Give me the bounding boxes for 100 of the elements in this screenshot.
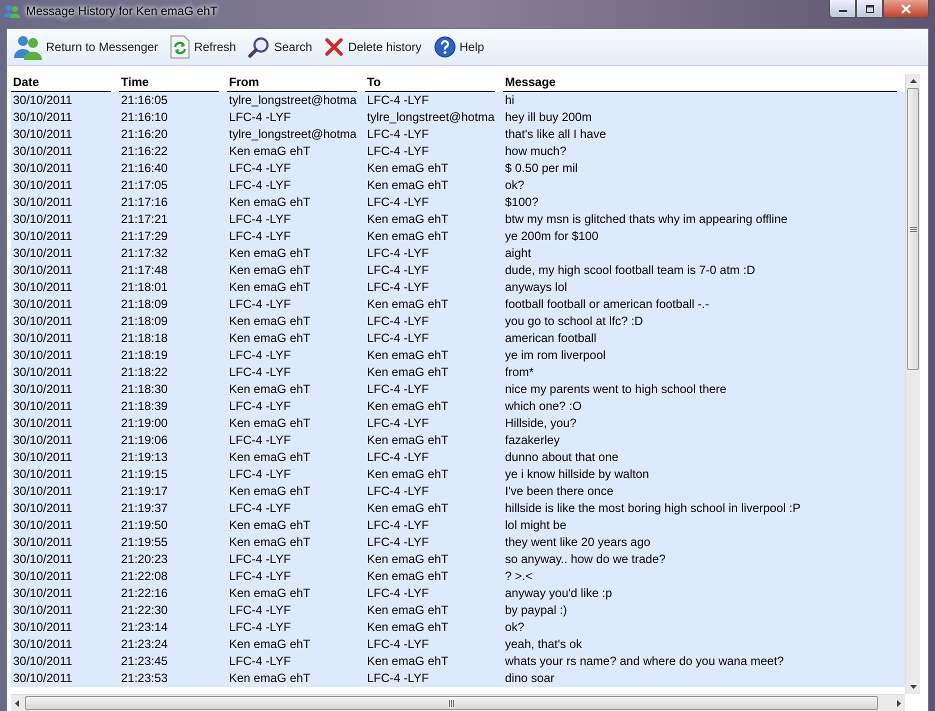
table-row[interactable]: 30/10/2011 21:18:22 LFC-4 -LYF Ken emaG ehT from* <box>11 364 905 381</box>
table-row[interactable]: 30/10/2011 21:17:29 LFC-4 -LYF Ken emaG ehT ye 200m for $100 <box>11 228 905 245</box>
delete-icon <box>324 37 344 57</box>
table-row[interactable]: 30/10/2011 21:18:09 LFC-4 -LYF Ken emaG ehT football football or american football -.- <box>11 296 905 313</box>
table-cell-text: 21:16:40 <box>120 160 169 177</box>
table-cell-text: LFC-4 -LYF <box>366 636 430 653</box>
table-row[interactable]: 30/10/2011 21:23:24 Ken emaG ehT LFC-4 -LYF yeah, that's ok <box>11 636 905 653</box>
toolbar-button[interactable]: Return to Messenger <box>11 32 162 62</box>
table-row[interactable]: 30/10/2011 21:16:22 Ken emaG ehT LFC-4 -LYF how much? <box>11 143 905 160</box>
toolbar-button[interactable]: Refresh <box>167 33 240 61</box>
table-cell-text: ye 200m for $100 <box>504 228 600 245</box>
toolbar-button[interactable]: Help <box>430 34 488 60</box>
horizontal-scrollbar[interactable] <box>11 694 905 711</box>
table-cell-text: Ken emaG ehT <box>228 636 312 653</box>
table-row[interactable]: 30/10/2011 21:23:14 LFC-4 -LYF Ken emaG ehT ok? <box>11 619 905 636</box>
toolbar-button[interactable]: Delete history <box>321 35 424 59</box>
table-cell-text: 21:17:48 <box>120 262 169 279</box>
table-row[interactable]: 30/10/2011 21:17:05 LFC-4 -LYF Ken emaG ehT ok? <box>11 177 905 194</box>
table-cell-text: 21:18:22 <box>120 364 169 381</box>
table-row[interactable]: 30/10/2011 21:18:09 Ken emaG ehT LFC-4 -LYF you go to school at lfc? :D <box>11 313 905 330</box>
table-cell-text: Ken emaG ehT <box>228 415 312 432</box>
table-row[interactable]: 30/10/2011 21:19:00 Ken emaG ehT LFC-4 -LYF Hillside, you? <box>11 415 905 432</box>
vertical-scrollbar[interactable] <box>905 74 920 694</box>
table-cell-text: Ken emaG ehT <box>228 262 312 279</box>
table-cell-text: LFC-4 -LYF <box>228 653 292 670</box>
table-cell-text: Ken emaG ehT <box>366 211 450 228</box>
table-cell-text: 21:17:21 <box>120 211 169 228</box>
table-row[interactable]: 30/10/2011 21:19:50 Ken emaG ehT LFC-4 -LYF lol might be <box>11 517 905 534</box>
table-cell-text: 30/10/2011 <box>12 313 74 330</box>
grip-icon <box>449 700 454 706</box>
scroll-thumb[interactable] <box>907 88 919 370</box>
table-cell-text: which one? :O <box>504 398 583 415</box>
table-cell-text: Ken emaG ehT <box>228 534 312 551</box>
table-row[interactable]: 30/10/2011 21:19:06 LFC-4 -LYF Ken emaG ehT fazakerley <box>11 432 905 449</box>
table-row[interactable]: 30/10/2011 21:19:13 Ken emaG ehT LFC-4 -LYF dunno about that one <box>11 449 905 466</box>
table-row[interactable]: 30/10/2011 21:18:18 Ken emaG ehT LFC-4 -LYF american football <box>11 330 905 347</box>
scroll-thumb[interactable] <box>25 696 878 710</box>
right-arrow-icon <box>897 700 901 706</box>
table-row[interactable]: 30/10/2011 21:17:48 Ken emaG ehT LFC-4 -LYF dude, my high scool football team is 7-0 atm :D <box>11 262 905 279</box>
table-row[interactable]: 30/10/2011 21:18:01 Ken emaG ehT LFC-4 -LYF anyways lol <box>11 279 905 296</box>
table-row[interactable]: 30/10/2011 21:18:30 Ken emaG ehT LFC-4 -LYF nice my parents went to high school there <box>11 381 905 398</box>
table-cell-text: 30/10/2011 <box>12 432 74 449</box>
table-cell-text: 21:22:30 <box>120 602 169 619</box>
table-row[interactable]: 30/10/2011 21:19:15 LFC-4 -LYF Ken emaG ehT ye i know hillside by walton <box>11 466 905 483</box>
table-row[interactable]: 30/10/2011 21:16:05 tylre_longstreet@hotma LFC-4 -LYF hi <box>11 92 905 109</box>
people-icon <box>14 34 42 60</box>
table-cell-text: ye i know hillside by walton <box>504 466 650 483</box>
table-cell-text: tylre_longstreet@hotma <box>228 126 358 143</box>
table-cell-text: Ken emaG ehT <box>228 143 312 160</box>
maximize-button[interactable] <box>856 0 883 18</box>
table-row[interactable]: 30/10/2011 21:19:55 Ken emaG ehT LFC-4 -LYF they went like 20 years ago <box>11 534 905 551</box>
table-cell-text: yeah, that's ok <box>504 636 584 653</box>
table-cell-text: Ken emaG ehT <box>366 466 450 483</box>
table-row[interactable]: 30/10/2011 21:20:23 LFC-4 -LYF Ken emaG ehT so anyway.. how do we trade? <box>11 551 905 568</box>
table-cell-text: 21:16:05 <box>120 92 169 109</box>
minimize-button[interactable] <box>829 0 856 18</box>
search-icon <box>248 36 270 58</box>
table-row[interactable]: 30/10/2011 21:17:32 Ken emaG ehT LFC-4 -LYF aight <box>11 245 905 262</box>
table-cell-text: you go to school at lfc? :D <box>504 313 644 330</box>
table-row[interactable]: 30/10/2011 21:18:39 LFC-4 -LYF Ken emaG ehT which one? :O <box>11 398 905 415</box>
table-cell-text: Ken emaG ehT <box>366 602 450 619</box>
table-row[interactable]: 30/10/2011 21:17:21 LFC-4 -LYF Ken emaG ehT btw my msn is glitched thats why im appearing offline <box>11 211 905 228</box>
table-cell-text: LFC-4 -LYF <box>228 160 292 177</box>
table-cell-text: LFC-4 -LYF <box>366 585 430 602</box>
table-row[interactable]: 30/10/2011 21:22:30 LFC-4 -LYF Ken emaG ehT by paypal :) <box>11 602 905 619</box>
table-cell-text: 21:18:30 <box>120 381 169 398</box>
table-cell-text: 30/10/2011 <box>12 143 74 160</box>
table-cell-text: LFC-4 -LYF <box>366 194 430 211</box>
table-cell-text: they went like 20 years ago <box>504 534 652 551</box>
table-cell-text: tylre_longstreet@hotma <box>228 92 358 109</box>
toolbar-button[interactable]: Search <box>245 34 316 60</box>
table-cell-text: 30/10/2011 <box>12 296 74 313</box>
table-row[interactable]: 30/10/2011 21:19:17 Ken emaG ehT LFC-4 -LYF I've been there once <box>11 483 905 500</box>
table-cell-text: 21:22:16 <box>120 585 169 602</box>
table-cell-text: LFC-4 -LYF <box>228 466 292 483</box>
table-cell-text: 21:18:39 <box>120 398 169 415</box>
table-cell-text: Ken emaG ehT <box>366 500 450 517</box>
table-row[interactable]: 30/10/2011 21:23:45 LFC-4 -LYF Ken emaG ehT whats your rs name? and where do you wana meet? <box>11 653 905 670</box>
table-cell-text: 21:19:06 <box>120 432 169 449</box>
table-cell-text: LFC-4 -LYF <box>228 398 292 415</box>
table-row[interactable]: 30/10/2011 21:16:20 tylre_longstreet@hotma LFC-4 -LYF that's like all I have <box>11 126 905 143</box>
table-cell-text: I've been there once <box>504 483 614 500</box>
table-row[interactable]: 30/10/2011 21:17:16 Ken emaG ehT LFC-4 -LYF $100? <box>11 194 905 211</box>
table-row[interactable]: 30/10/2011 21:16:40 LFC-4 -LYF Ken emaG ehT $ 0.50 per mil <box>11 160 905 177</box>
table-cell-text: LFC-4 -LYF <box>366 245 430 262</box>
table-row[interactable]: 30/10/2011 21:23:53 Ken emaG ehT LFC-4 -LYF dino soar <box>11 670 905 687</box>
table-cell-text: LFC-4 -LYF <box>366 381 430 398</box>
table-row[interactable]: 30/10/2011 21:22:08 LFC-4 -LYF Ken emaG ehT ? >.< <box>11 568 905 585</box>
table-row[interactable]: 30/10/2011 21:19:37 LFC-4 -LYF Ken emaG ehT hillside is like the most boring high school in liverpool :P <box>11 500 905 517</box>
table-cell-text: 30/10/2011 <box>12 177 74 194</box>
table-row[interactable]: 30/10/2011 21:18:19 LFC-4 -LYF Ken emaG ehT ye im rom liverpool <box>11 347 905 364</box>
table-row[interactable]: 30/10/2011 21:22:16 Ken emaG ehT LFC-4 -LYF anyway you'd like :p <box>11 585 905 602</box>
table-row[interactable]: 30/10/2011 21:16:10 LFC-4 -LYF tylre_longstreet@hotma hey ill buy 200m <box>11 109 905 126</box>
table-cell-text: Ken emaG ehT <box>366 432 450 449</box>
table-cell-text: LFC-4 -LYF <box>366 92 430 109</box>
table-cell-text: football football or american football -.- <box>504 296 710 313</box>
table-cell-text: 21:17:16 <box>120 194 169 211</box>
table-cell-text: 30/10/2011 <box>12 466 74 483</box>
close-button[interactable] <box>883 0 929 18</box>
table-cell-text: Ken emaG ehT <box>366 568 450 585</box>
